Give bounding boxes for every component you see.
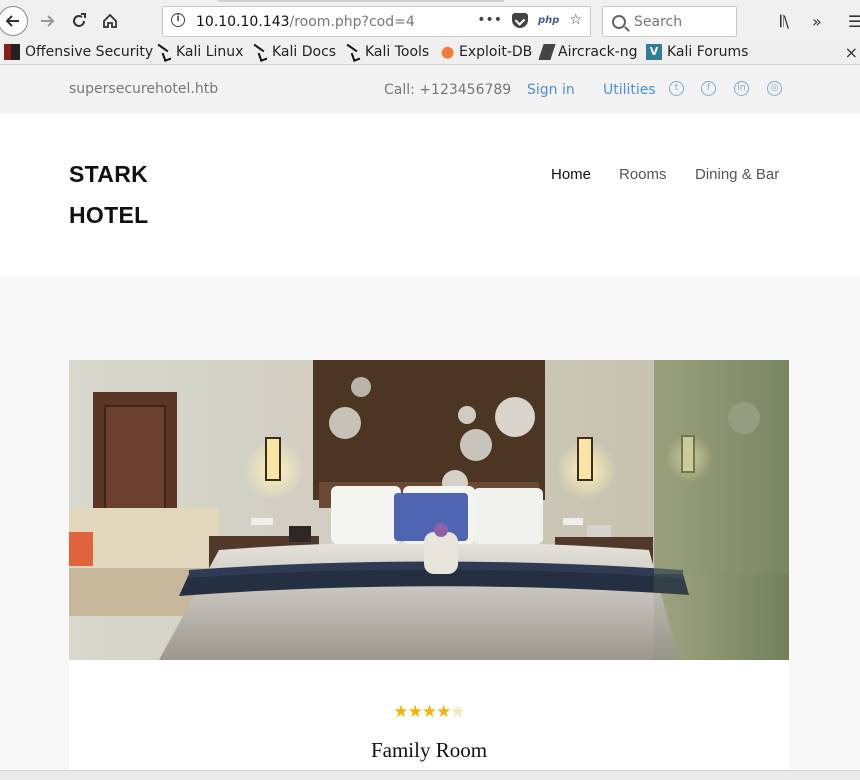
bookmark-label: Kali Forums (667, 44, 749, 60)
url-path: /room.php?cod=4 (289, 14, 415, 30)
nav-dining-bar[interactable]: Dining & Bar (695, 166, 779, 183)
kali-dragon-icon (251, 44, 267, 60)
url-text: 10.10.10.143/room.php?cod=4 (196, 14, 415, 30)
nav-home[interactable]: Home (551, 166, 591, 183)
address-bar[interactable]: i 10.10.10.143/room.php?cod=4 ••• php ☆ (162, 6, 591, 37)
url-actions: ••• php ☆ (477, 12, 582, 28)
offensive-security-icon (4, 44, 20, 60)
bookmark-label: Kali Docs (272, 44, 337, 60)
star-icon: ★ (421, 702, 437, 722)
nav-rooms[interactable]: Rooms (619, 166, 667, 183)
bookmark-kali-linux[interactable]: Kali Linux (155, 44, 243, 60)
linkedin-icon[interactable]: in (734, 81, 749, 96)
site-header: STARK HOTEL Home Rooms Dining & Bar (0, 114, 860, 276)
hotel-logo-line-2[interactable]: HOTEL (69, 202, 148, 229)
page-actions-icon[interactable]: ••• (477, 12, 502, 28)
bookmark-kali-tools[interactable]: Kali Tools (344, 44, 429, 60)
dribbble-icon[interactable]: ◎ (767, 81, 782, 96)
room-card: ★★★★★ Family Room (69, 660, 789, 770)
bookmark-label: Exploit-DB (459, 44, 533, 60)
bookmark-offensive-security[interactable]: Offensive Security (4, 44, 153, 60)
site-topbar: supersecurehotel.htb Call: +123456789 Si… (0, 65, 860, 114)
facebook-icon[interactable]: f (701, 81, 716, 96)
reload-icon (73, 13, 86, 27)
search-icon (612, 15, 626, 29)
reload-button[interactable] (64, 6, 94, 36)
overflow-chevron-icon[interactable]: » (812, 12, 822, 31)
back-arrow-icon (5, 15, 19, 27)
room-photo (69, 360, 789, 660)
home-icon (103, 13, 117, 28)
kali-dragon-icon (155, 44, 171, 60)
bookmark-kali-forums[interactable]: V Kali Forums (646, 44, 748, 60)
room-rating: ★★★★★ (69, 702, 789, 722)
url-host: 10.10.10.143 (196, 14, 290, 30)
bookmark-kali-docs[interactable]: Kali Docs (251, 44, 336, 60)
call-number: Call: +123456789 (384, 82, 512, 98)
home-button[interactable] (95, 6, 125, 36)
forward-arrow-icon (41, 15, 55, 27)
bookmark-label: Offensive Security (25, 44, 154, 60)
aircrack-icon (538, 44, 556, 60)
forward-button[interactable] (32, 6, 62, 36)
bookmark-label: Kali Tools (365, 44, 430, 60)
star-icon: ★ (407, 702, 423, 722)
bookmark-label: Aircrack-ng (558, 44, 638, 60)
star-icon: ★ (436, 702, 451, 722)
search-placeholder: Search (634, 14, 683, 30)
twitter-icon[interactable]: t (669, 81, 684, 96)
browser-bottom-edge (0, 770, 860, 780)
library-icon[interactable]: 𝄃\ (780, 12, 789, 32)
star-empty-icon: ★ (450, 702, 465, 722)
php-icon[interactable]: php (538, 15, 559, 26)
room-title: Family Room (370, 738, 488, 762)
site-domain: supersecurehotel.htb (69, 81, 219, 97)
room-photo-illustration (69, 360, 789, 660)
bookmark-star-icon[interactable]: ☆ (569, 12, 582, 28)
sign-in-link[interactable]: Sign in (527, 82, 575, 98)
bookmark-exploit-db[interactable]: Exploit-DB (438, 44, 532, 60)
utilities-link[interactable]: Utilities (603, 82, 656, 98)
menu-icon[interactable]: ☰ (848, 12, 860, 31)
info-icon[interactable]: i (171, 13, 185, 27)
exploit-db-icon (438, 44, 454, 60)
bookmarks-bar: Offensive Security Kali Linux Kali Docs … (0, 42, 860, 65)
kali-dragon-icon (344, 44, 360, 60)
bookmark-label: Kali Linux (176, 44, 244, 60)
bookmark-aircrack-ng[interactable]: Aircrack-ng (538, 44, 638, 60)
back-button[interactable] (0, 6, 28, 36)
browser-toolbar: i 10.10.10.143/room.php?cod=4 ••• php ☆ … (0, 0, 860, 42)
close-icon[interactable]: × (845, 43, 858, 62)
forum-icon: V (646, 44, 662, 60)
star-icon: ★ (393, 702, 408, 722)
browser-search-input[interactable]: Search (602, 6, 737, 37)
hotel-logo-line-1[interactable]: STARK (69, 161, 148, 188)
pocket-icon[interactable] (512, 12, 528, 28)
active-tab-indicator (218, 0, 504, 2)
